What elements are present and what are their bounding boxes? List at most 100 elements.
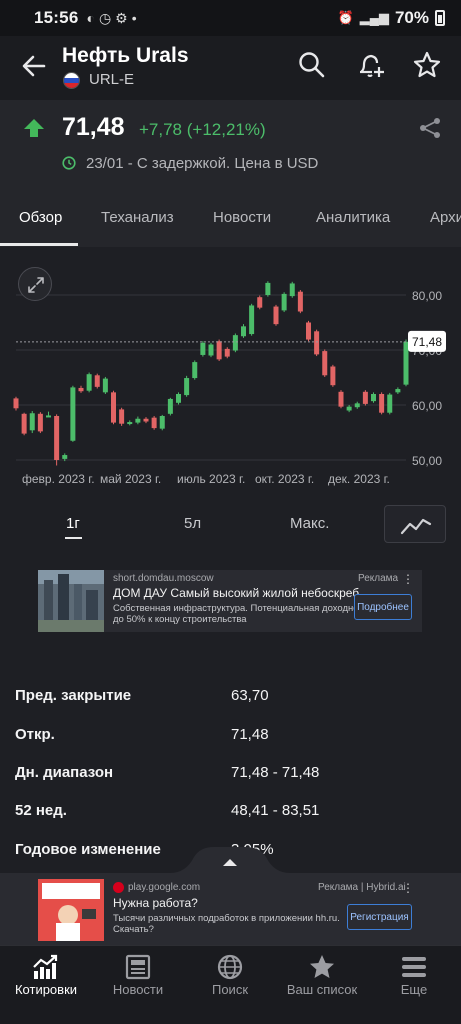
delay-note: 23/01 - С задержкой. Цена в USD: [86, 155, 319, 172]
nav-news[interactable]: Новости: [92, 946, 184, 1024]
candle-body: [354, 403, 360, 408]
nav-label-search: Поиск: [211, 982, 249, 997]
quote-panel: 71,48 +7,78 (+12,21%) 23/01 - С задержко…: [0, 100, 461, 190]
candle-body: [289, 283, 295, 297]
candle-body: [159, 416, 165, 429]
candle-body: [346, 406, 352, 411]
candle-body: [322, 351, 328, 376]
ad-text: Собственная инфраструктура. Потенциальна…: [113, 603, 373, 625]
search-icon[interactable]: [297, 50, 327, 80]
instrument-title: Нефть Urals: [62, 44, 189, 67]
russia-flag-icon: [63, 72, 80, 89]
ad-text-2: Тысячи различных подработок в приложении…: [113, 913, 340, 935]
range-active-indicator: [65, 537, 82, 539]
section-tabs: Обзор Теханализ Новости Аналитика Архив: [0, 190, 461, 247]
ad-banner-bottom[interactable]: play.google.com Реклама | Hybrid.ai ⋮ Ну…: [38, 879, 422, 941]
hh-logo-icon: [113, 882, 124, 893]
nav-watchlist[interactable]: Ваш список: [276, 946, 368, 1024]
bottom-navigation: Котировки Новости Поиск Ваш список Еще: [0, 945, 461, 1024]
x-tick-label: февр. 2023 г.: [22, 472, 95, 486]
stat-label-year-change: Годовое изменение: [15, 841, 161, 858]
tab-archive[interactable]: Архив: [430, 209, 461, 226]
favorite-star-icon[interactable]: [412, 50, 442, 80]
stat-value-52w: 48,41 - 83,51: [231, 802, 320, 819]
x-tick-label: окт. 2023 г.: [255, 472, 314, 486]
candle-body: [176, 394, 181, 403]
candle-body: [224, 348, 230, 357]
candle-body: [54, 416, 60, 460]
candle-body: [86, 374, 92, 391]
back-arrow-icon[interactable]: [18, 50, 50, 82]
tab-technical[interactable]: Теханализ: [101, 209, 174, 226]
expand-chart-button[interactable]: [18, 267, 52, 301]
stat-label-prev-close: Пред. закрытие: [15, 687, 132, 704]
battery-icon: [435, 10, 445, 26]
candle-body: [184, 378, 190, 396]
signal-icon: ▂▄▆: [359, 10, 389, 25]
candle-body: [102, 378, 108, 393]
candle-body: [306, 322, 311, 340]
candle-body: [241, 326, 246, 337]
nav-quotes[interactable]: Котировки: [0, 946, 92, 1024]
ad-label: Реклама: [358, 573, 399, 584]
chart-type-button[interactable]: [384, 505, 446, 543]
ad-domain-2: play.google.com: [128, 882, 201, 893]
tab-analytics[interactable]: Аналитика: [316, 209, 390, 226]
candle-body: [232, 335, 238, 351]
nav-search[interactable]: Поиск: [184, 946, 276, 1024]
candle-body: [192, 362, 198, 379]
stat-value-day-range: 71,48 - 71,48: [231, 764, 320, 781]
candle-body: [395, 389, 401, 393]
candle-body: [62, 455, 68, 459]
notification-icons: ◐◷⚙•: [86, 9, 141, 26]
candle-body: [200, 342, 206, 355]
range-1y[interactable]: 1г: [66, 515, 80, 532]
y-tick-label: 80,00: [412, 289, 442, 303]
instrument-ticker: URL-E: [89, 71, 135, 88]
candle-body: [143, 418, 149, 422]
ad-banner-top[interactable]: short.domdau.moscow Реклама ⋮ ДОМ ДАУ Са…: [38, 570, 422, 632]
tab-overview[interactable]: Обзор: [19, 209, 62, 226]
candle-body: [21, 413, 27, 434]
candlestick-chart[interactable]: 80,0070,0060,0050,00февр. 2023 г.май 202…: [0, 247, 461, 487]
ad-label-2: Реклама | Hybrid.ai: [318, 882, 406, 893]
nav-more[interactable]: Еще: [368, 946, 460, 1024]
x-tick-label: июль 2023 г.: [177, 472, 245, 486]
range-5y[interactable]: 5л: [184, 515, 201, 532]
candle-body: [379, 394, 385, 413]
candle-body: [297, 291, 303, 312]
candle-body: [46, 415, 51, 418]
system-icons: ⏰ ▂▄▆ 70%: [338, 8, 445, 28]
candle-body: [362, 391, 368, 404]
nav-label-quotes: Котировки: [14, 982, 78, 997]
ad-title[interactable]: ДОМ ДАУ Самый высокий жилой небоскреб...: [113, 586, 383, 600]
stat-value-open: 71,48: [231, 726, 269, 743]
candle-body: [167, 398, 173, 414]
tab-news[interactable]: Новости: [213, 209, 271, 226]
ad-menu-icon[interactable]: ⋮: [402, 572, 414, 586]
candle-body: [135, 418, 141, 423]
candle-body: [403, 341, 409, 385]
candle-body: [78, 387, 84, 392]
collapse-ad-tab[interactable]: [170, 847, 290, 873]
candle-body: [70, 387, 76, 441]
candle-body: [119, 409, 125, 424]
ad-domain: short.domdau.moscow: [113, 573, 214, 584]
y-tick-label: 60,00: [412, 399, 442, 413]
ad-thumbnail: [38, 570, 104, 632]
candle-body: [127, 422, 133, 425]
candle-body: [216, 341, 222, 360]
candle-body: [249, 305, 255, 335]
current-price-label: 71,48: [412, 335, 442, 349]
range-max[interactable]: Макс.: [290, 515, 329, 532]
candle-body: [37, 413, 43, 432]
ad-title-2[interactable]: Нужна работа?: [113, 896, 383, 910]
ad-cta-button[interactable]: Подробнее: [354, 594, 412, 620]
ad-menu-icon-2[interactable]: ⋮: [402, 881, 414, 895]
last-price: 71,48: [62, 113, 125, 141]
add-alert-bell-icon[interactable]: [356, 50, 386, 80]
candle-body: [330, 366, 336, 386]
ad-cta-button-2[interactable]: Регистрация: [347, 904, 412, 930]
clock-icon: [62, 156, 76, 170]
share-icon[interactable]: [418, 116, 442, 140]
